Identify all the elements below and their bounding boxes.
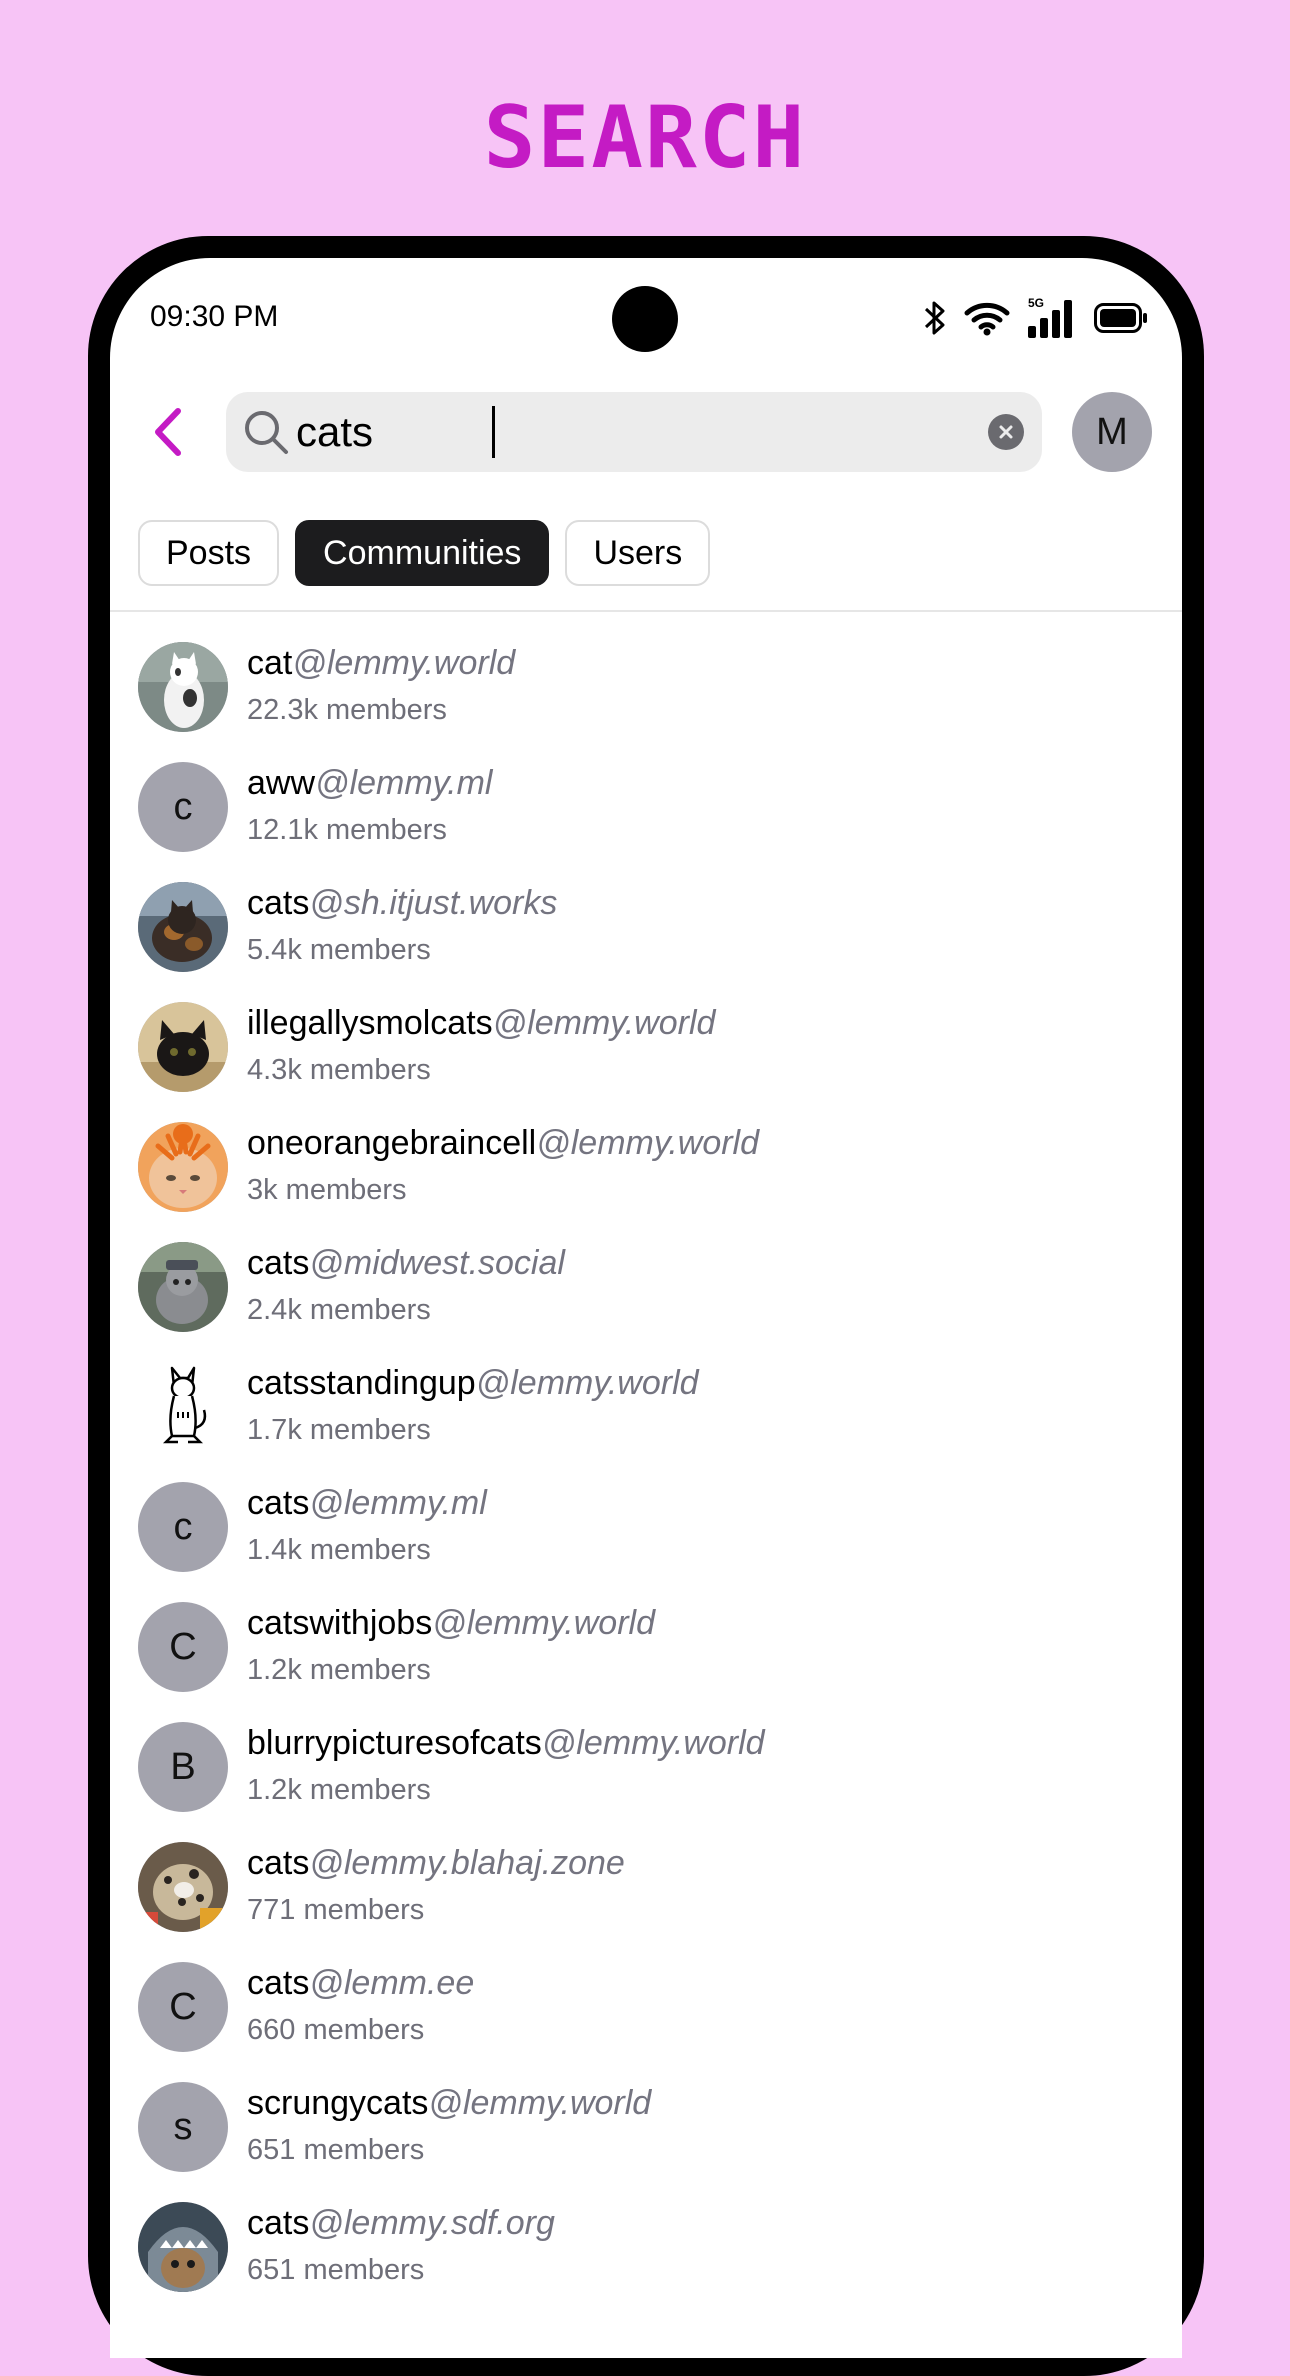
community-row[interactable]: cats@midwest.social 2.4k members [110, 1238, 1182, 1358]
search-icon [245, 411, 288, 454]
back-button[interactable] [138, 402, 198, 462]
text-caret [492, 406, 495, 458]
community-name: cats@sh.itjust.works [247, 884, 558, 922]
white-cat-photo-icon [138, 642, 228, 732]
letter-avatar: s [138, 2082, 228, 2172]
tabs-divider [110, 610, 1182, 612]
community-name: scrungycats@lemmy.world [247, 2084, 652, 2122]
camera-cutout [612, 286, 678, 352]
status-bar: 09:30 PM 5G [110, 258, 1182, 378]
member-count: 1.7k members [247, 1414, 431, 1446]
community-row[interactable]: c cats@lemmy.ml 1.4k members [110, 1478, 1182, 1598]
member-count: 3k members [247, 1174, 407, 1206]
bengal-cat-photo-icon [138, 1842, 228, 1932]
cellular-signal-icon: 5G [1028, 296, 1076, 338]
community-row[interactable]: cat@lemmy.world 22.3k members [110, 638, 1182, 758]
tab-posts[interactable]: Posts [138, 520, 280, 586]
letter-avatar: C [138, 1602, 228, 1692]
community-row[interactable]: cats@lemmy.blahaj.zone 771 members [110, 1838, 1182, 1958]
community-row[interactable]: cats@lemmy.sdf.org 651 members [110, 2198, 1182, 2318]
community-row[interactable]: illegallysmolcats@lemmy.world 4.3k membe… [110, 998, 1182, 1118]
community-row[interactable]: oneorangebraincell@lemmy.world 3k member… [110, 1118, 1182, 1238]
community-row[interactable]: c aww@lemmy.ml 12.1k members [110, 758, 1182, 878]
wifi-icon [964, 300, 1010, 336]
status-icons: 5G [924, 296, 1148, 338]
status-time: 09:30 PM [150, 300, 279, 333]
standing-cat-drawing-icon [138, 1362, 228, 1452]
member-count: 2.4k members [247, 1294, 431, 1326]
chevron-left-icon [155, 408, 181, 456]
member-count: 22.3k members [247, 694, 447, 726]
letter-avatar: C [138, 1962, 228, 2052]
close-icon [999, 425, 1013, 439]
member-count: 651 members [247, 2254, 425, 2286]
community-row[interactable]: B blurrypicturesofcats@lemmy.world 1.2k … [110, 1718, 1182, 1838]
battery-icon [1094, 303, 1148, 333]
community-name: cats@midwest.social [247, 1244, 565, 1282]
search-input[interactable] [296, 400, 976, 464]
tab-communities[interactable]: Communities [295, 520, 550, 586]
community-name: cats@lemm.ee [247, 1964, 475, 2002]
black-kitten-photo-icon [138, 1002, 228, 1092]
member-count: 4.3k members [247, 1054, 431, 1086]
community-row[interactable]: cats@sh.itjust.works 5.4k members [110, 878, 1182, 998]
member-count: 12.1k members [247, 814, 447, 846]
community-name: cat@lemmy.world [247, 644, 516, 682]
tab-users[interactable]: Users [565, 520, 711, 586]
member-count: 1.2k members [247, 1654, 431, 1686]
member-count: 651 members [247, 2134, 425, 2166]
account-avatar[interactable]: M [1072, 392, 1152, 472]
search-field[interactable] [226, 392, 1042, 472]
community-name: oneorangebraincell@lemmy.world [247, 1124, 760, 1162]
bluetooth-icon [924, 299, 946, 337]
search-bar-row: M [110, 392, 1182, 472]
community-name: catswithjobs@lemmy.world [247, 1604, 655, 1642]
community-row[interactable]: C catswithjobs@lemmy.world 1.2k members [110, 1598, 1182, 1718]
community-row[interactable]: catsstandingup@lemmy.world 1.7k members [110, 1358, 1182, 1478]
letter-avatar: c [138, 762, 228, 852]
community-name: catsstandingup@lemmy.world [247, 1364, 699, 1402]
page-title: SEARCH [483, 88, 807, 188]
community-row[interactable]: C cats@lemm.ee 660 members [110, 1958, 1182, 2078]
community-name: cats@lemmy.ml [247, 1484, 487, 1522]
search-type-tabs: Posts Communities Users [138, 520, 711, 586]
member-count: 1.4k members [247, 1534, 431, 1566]
community-row[interactable]: s scrungycats@lemmy.world 651 members [110, 2078, 1182, 2198]
grey-cat-photo-icon [138, 1242, 228, 1332]
community-name: cats@lemmy.blahaj.zone [247, 1844, 625, 1882]
member-count: 5.4k members [247, 934, 431, 966]
member-count: 660 members [247, 2014, 425, 2046]
tortoiseshell-cat-photo-icon [138, 882, 228, 972]
community-results-list: cat@lemmy.world 22.3k members c aww@lemm… [110, 638, 1182, 2318]
community-name: blurrypicturesofcats@lemmy.world [247, 1724, 765, 1762]
network-type-label: 5G [1028, 296, 1045, 310]
shark-costume-cat-photo-icon [138, 2202, 228, 2292]
letter-avatar: c [138, 1482, 228, 1572]
community-name: cats@lemmy.sdf.org [247, 2204, 555, 2242]
community-name: illegallysmolcats@lemmy.world [247, 1004, 716, 1042]
member-count: 1.2k members [247, 1774, 431, 1806]
orange-cat-photo-icon [138, 1122, 228, 1212]
app-screen: 09:30 PM 5G cats M Posts Communities Use… [110, 258, 1182, 2358]
member-count: 771 members [247, 1894, 425, 1926]
clear-search-button[interactable] [988, 414, 1024, 450]
letter-avatar: B [138, 1722, 228, 1812]
community-name: aww@lemmy.ml [247, 764, 493, 802]
